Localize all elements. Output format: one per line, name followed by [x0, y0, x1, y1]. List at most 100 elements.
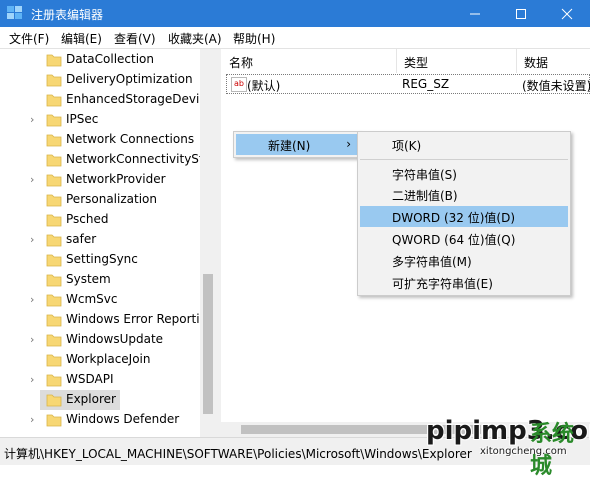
folder-icon	[46, 194, 62, 207]
chevron-right-icon[interactable]: ›	[30, 413, 34, 426]
close-icon	[561, 8, 573, 19]
submenu-item[interactable]: 字符串值(S)	[360, 163, 568, 184]
chevron-right-icon[interactable]: ›	[30, 233, 34, 246]
submenu-item-label: 可扩充字符串值(E)	[392, 277, 493, 291]
tree-item[interactable]: › WindowsUpdate	[0, 330, 200, 350]
new-submenu: 项(K) 字符串值(S) 二进制值(B) DWORD (32 位)值(D) QWORD …	[357, 131, 571, 296]
tree-item-label: DeliveryOptimization	[66, 72, 193, 86]
folder-icon	[46, 114, 62, 127]
submenu-item[interactable]: QWORD (64 位)值(Q)	[360, 228, 568, 249]
tree-item-label: WSDAPI	[66, 372, 114, 386]
menu-bar: 文件(F) 编辑(E) 查看(V) 收藏夹(A) 帮助(H)	[0, 27, 590, 48]
window-title: 注册表编辑器	[31, 8, 104, 22]
status-path: 计算机\HKEY_LOCAL_MACHINE\SOFTWARE\Policies…	[4, 447, 472, 461]
tree-item[interactable]: DataCollection	[0, 50, 200, 70]
submenu-item[interactable]: DWORD (32 位)值(D)	[360, 206, 568, 227]
menu-favorites[interactable]: 收藏夹(A)	[168, 30, 222, 47]
maximize-icon	[516, 8, 526, 19]
value-data: (数值未设置)	[522, 79, 590, 93]
menu-view[interactable]: 查看(V)	[114, 30, 156, 47]
title-bar: 注册表编辑器	[0, 0, 590, 27]
key-tree[interactable]: DataCollection DeliveryOptimization Enhanc…	[0, 49, 216, 437]
tree-item-label: Psched	[66, 212, 109, 226]
folder-icon	[46, 314, 62, 327]
tree-item-label: NetworkConnectivitySta	[66, 152, 211, 166]
tree-item-label: Explorer	[66, 392, 116, 406]
string-value-icon: ab	[231, 77, 247, 92]
tree-item[interactable]: SettingSync	[0, 250, 200, 270]
folder-icon	[46, 374, 62, 387]
column-header-type[interactable]: 类型	[396, 49, 517, 73]
submenu-item[interactable]: 二进制值(B)	[360, 184, 568, 205]
folder-icon	[46, 294, 62, 307]
chevron-right-icon[interactable]: ›	[30, 113, 34, 126]
close-button[interactable]	[544, 0, 590, 27]
tree-scrollbar[interactable]	[200, 49, 216, 437]
tree-item-label: Network Connections	[66, 132, 195, 146]
folder-icon	[46, 394, 62, 407]
folder-icon	[46, 74, 62, 87]
column-header-name[interactable]: 名称	[221, 49, 397, 73]
menu-edit[interactable]: 编辑(E)	[61, 30, 102, 47]
submenu-item-label: DWORD (32 位)值(D)	[392, 211, 515, 225]
tree-item[interactable]: › NetworkProvider	[0, 170, 200, 190]
folder-icon	[46, 174, 62, 187]
tree-item[interactable]: System	[0, 270, 200, 290]
chevron-right-icon[interactable]: ›	[30, 293, 34, 306]
tree-item[interactable]: NetworkConnectivitySta	[0, 150, 211, 170]
submenu-item-label: 多字符串值(M)	[392, 255, 472, 269]
tree-item-label: WcmSvc	[66, 292, 118, 306]
chevron-right-icon[interactable]: ›	[30, 333, 34, 346]
tree-item[interactable]: Psched	[0, 210, 200, 230]
tree-item-label: NetworkProvider	[66, 172, 166, 186]
chevron-right-icon[interactable]: ›	[30, 373, 34, 386]
tree-item-label: DataCollection	[66, 52, 155, 66]
tree-item[interactable]: WorkplaceJoin	[0, 350, 200, 370]
folder-icon	[46, 414, 62, 427]
tree-item[interactable]: › Windows Defender	[0, 410, 200, 430]
folder-icon	[46, 134, 62, 147]
submenu-item[interactable]: 多字符串值(M)	[360, 250, 568, 271]
folder-icon	[46, 334, 62, 347]
column-header-data[interactable]: 数据	[516, 49, 590, 73]
value-row[interactable]: ab (默认) REG_SZ (数值未设置)	[226, 74, 590, 94]
watermark-cn: 系统城	[530, 422, 575, 479]
maximize-button[interactable]	[498, 0, 544, 27]
tree-item[interactable]: › IPSec	[0, 110, 200, 130]
submenu-item[interactable]: 项(K)	[360, 134, 568, 155]
submenu-item-label: 字符串值(S)	[392, 168, 457, 182]
menu-file[interactable]: 文件(F)	[9, 30, 49, 47]
tree-item-label: System	[66, 272, 111, 286]
minimize-icon	[470, 13, 480, 14]
submenu-item[interactable]: 可扩充字符串值(E)	[360, 272, 568, 293]
context-menu: 新建(N) ›	[233, 131, 360, 158]
watermark: pipimp3.com xitongcheng.com 系统城	[418, 410, 590, 479]
tree-item[interactable]: Explorer	[40, 390, 120, 410]
tree-item[interactable]: EnhancedStorageDevic	[0, 90, 206, 110]
tree-item[interactable]: Windows Error Reporti	[0, 310, 200, 330]
submenu-item-label: QWORD (64 位)值(Q)	[392, 233, 516, 247]
value-name: (默认)	[247, 79, 281, 93]
tree-item[interactable]: Network Connections	[0, 130, 200, 150]
tree-item[interactable]: Personalization	[0, 190, 200, 210]
tree-item-label: EnhancedStorageDevic	[66, 92, 206, 106]
tree-item[interactable]: DeliveryOptimization	[0, 70, 200, 90]
tree-item-label: SettingSync	[66, 252, 138, 266]
tree-item-label: Personalization	[66, 192, 157, 206]
tree-item-label: Windows Error Reporti	[66, 312, 200, 326]
tree-item[interactable]: › safer	[0, 230, 200, 250]
folder-icon	[46, 94, 62, 107]
tree-item-label: WindowsUpdate	[66, 332, 164, 346]
menu-help[interactable]: 帮助(H)	[233, 30, 275, 47]
regedit-icon	[7, 6, 22, 19]
chevron-right-icon[interactable]: ›	[30, 173, 34, 186]
minimize-button[interactable]	[452, 0, 498, 27]
tree-item[interactable]: › WcmSvc	[0, 290, 200, 310]
folder-icon	[46, 214, 62, 227]
folder-icon	[46, 154, 62, 167]
menu-item-new[interactable]: 新建(N) ›	[236, 134, 357, 155]
tree-item[interactable]: › WSDAPI	[0, 370, 200, 390]
folder-icon	[46, 274, 62, 287]
tree-scroll-thumb[interactable]	[203, 274, 213, 414]
tree-item-label: safer	[66, 232, 97, 246]
